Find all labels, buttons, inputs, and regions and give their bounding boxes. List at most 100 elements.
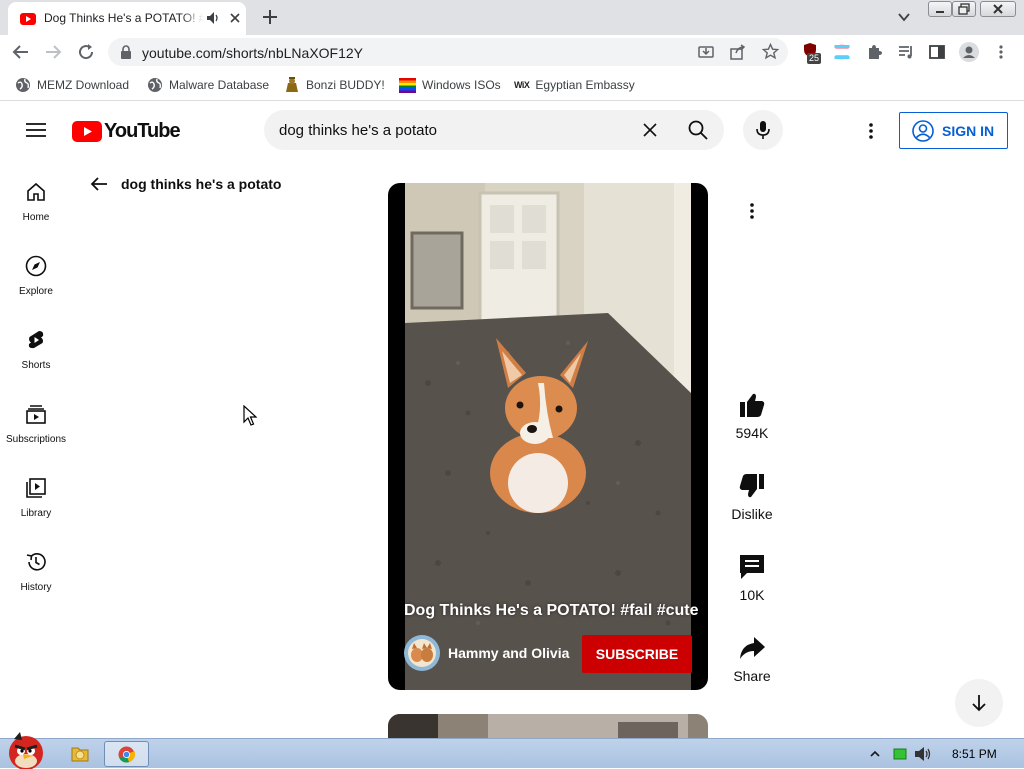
window-minimize-button[interactable]: [928, 1, 952, 17]
back-arrow-icon: [90, 177, 107, 191]
window-restore-button[interactable]: [952, 1, 976, 17]
guide-item-subscriptions[interactable]: Subscriptions: [0, 396, 72, 470]
youtube-logo[interactable]: YouTube: [72, 120, 181, 143]
hamburger-menu-icon[interactable]: [26, 122, 46, 138]
like-button[interactable]: 594K: [722, 391, 782, 441]
sign-in-button[interactable]: SIGN IN: [899, 112, 1008, 149]
guide-label: Subscriptions: [5, 434, 67, 445]
guide-item-home[interactable]: Home: [0, 174, 72, 248]
search-input[interactable]: dog thinks he's a potato: [279, 122, 437, 139]
channel-link[interactable]: Hammy and Olivia: [404, 635, 569, 671]
dislike-button[interactable]: Dislike: [722, 472, 782, 522]
share-button[interactable]: Share: [722, 634, 782, 684]
taskbar-explorer-button[interactable]: [66, 743, 94, 765]
comment-count: 10K: [739, 587, 765, 603]
reload-icon[interactable]: [77, 43, 95, 61]
arrow-down-icon: [972, 695, 986, 712]
new-tab-plus-icon[interactable]: [261, 8, 279, 26]
next-video-thumbnail: [388, 714, 708, 738]
settings-kebab-icon[interactable]: [868, 122, 874, 140]
guide-label: Library: [20, 508, 52, 519]
globe-icon: [16, 78, 30, 92]
subscribe-button[interactable]: SUBSCRIBE: [582, 635, 692, 673]
back-to-search[interactable]: dog thinks he's a potato: [89, 174, 281, 194]
install-app-icon[interactable]: [698, 44, 714, 60]
volume-speaker-icon[interactable]: [914, 746, 932, 762]
network-status-icon[interactable]: [892, 746, 908, 762]
bookmark-bonzi-buddy[interactable]: Bonzi BUDDY!: [284, 76, 385, 94]
tab-search-chevron-icon[interactable]: [897, 10, 911, 24]
next-short-preview[interactable]: [388, 714, 708, 738]
bookmark-star-icon[interactable]: [762, 43, 779, 60]
folder-icon: [71, 747, 89, 762]
side-panel-icon[interactable]: [929, 44, 945, 60]
like-count: 594K: [735, 425, 769, 441]
guide-item-explore[interactable]: Explore: [0, 248, 72, 322]
url-text[interactable]: youtube.com/shorts/nbLNaXOF12Y: [142, 45, 363, 61]
browser-tab[interactable]: Dog Thinks He's a POTATO! #fail #cute - …: [8, 2, 246, 35]
short-options-kebab-icon[interactable]: [749, 202, 755, 220]
browser-toolbar: youtube.com/shorts/nbLNaXOF12Y 25: [0, 35, 1024, 69]
bookmark-memz-download[interactable]: MEMZ Download: [15, 76, 129, 94]
guide-item-library[interactable]: Library: [0, 470, 72, 544]
library-icon: [26, 478, 46, 498]
window-close-button[interactable]: [980, 1, 1016, 17]
voice-search-button[interactable]: [743, 110, 783, 150]
bookmark-windows-isos[interactable]: Windows ISOs: [399, 76, 501, 94]
profile-avatar-icon[interactable]: [959, 42, 979, 62]
youtube-favicon-icon: [20, 13, 36, 25]
tab-title: Dog Thinks He's a POTATO! #fail #cute - …: [44, 11, 204, 25]
show-hidden-icons-chevron-icon[interactable]: [870, 750, 880, 758]
shorts-icon: [28, 331, 44, 349]
youtube-logo-icon: [72, 121, 102, 142]
clear-search-icon[interactable]: [643, 123, 657, 137]
channel-avatar: [404, 635, 440, 671]
home-icon: [27, 182, 45, 201]
dislike-label: Dislike: [731, 506, 773, 522]
comment-icon: [740, 555, 764, 579]
bookmark-label: Windows ISOs: [422, 78, 501, 92]
flag-extension-icon[interactable]: [834, 44, 850, 60]
sign-in-label: SIGN IN: [942, 122, 995, 139]
taskbar-chrome-button[interactable]: [104, 741, 149, 767]
bonzi-icon: [286, 77, 298, 92]
tab-strip: Dog Thinks He's a POTATO! #fail #cute - …: [0, 0, 1024, 35]
lock-icon[interactable]: [120, 45, 132, 59]
extensions-puzzle-icon[interactable]: [866, 44, 882, 60]
start-button-angry-bird-icon[interactable]: [0, 729, 52, 769]
address-bar[interactable]: youtube.com/shorts/nbLNaXOF12Y: [108, 38, 788, 66]
share-label: Share: [733, 668, 771, 684]
taskbar-clock[interactable]: 8:51 PM: [952, 747, 997, 761]
bookmark-label: Malware Database: [169, 78, 270, 92]
comments-button[interactable]: 10K: [722, 553, 782, 603]
guide-item-shorts[interactable]: Shorts: [0, 322, 72, 396]
account-circle-icon: [912, 119, 934, 142]
shorts-video-player[interactable]: Dog Thinks He's a POTATO! #fail #cute Ha…: [388, 183, 708, 690]
youtube-masthead: YouTube dog thinks he's a potato SIGN IN: [0, 102, 1024, 160]
channel-name: Hammy and Olivia: [448, 645, 570, 661]
extension-badge: 25: [807, 53, 822, 64]
chrome-icon: [118, 746, 135, 763]
search-icon[interactable]: [688, 120, 708, 140]
mouse-cursor-icon: [243, 405, 257, 426]
share-page-icon[interactable]: [730, 44, 746, 60]
guide-item-history[interactable]: History: [0, 544, 72, 618]
next-short-button[interactable]: [955, 679, 1003, 727]
share-arrow-icon: [740, 637, 765, 659]
rainbow-flag-icon: [399, 77, 416, 93]
forward-arrow-icon[interactable]: [44, 43, 62, 61]
extension-ublock[interactable]: 25: [802, 42, 822, 64]
speaker-icon[interactable]: [206, 11, 220, 25]
youtube-logo-text: YouTube: [104, 120, 181, 142]
bookmarks-bar: MEMZ Download Malware Database Bonzi BUD…: [0, 69, 1024, 101]
media-controls-icon[interactable]: [898, 44, 914, 60]
search-box[interactable]: dog thinks he's a potato: [264, 110, 724, 150]
back-arrow-icon[interactable]: [12, 43, 30, 61]
tab-close-icon[interactable]: [228, 11, 242, 25]
thumbs-down-icon: [739, 474, 764, 498]
bookmark-malware-database[interactable]: Malware Database: [147, 76, 269, 94]
short-title: Dog Thinks He's a POTATO! #fail #cute: [404, 602, 699, 619]
chrome-menu-kebab-icon[interactable]: [998, 44, 1004, 60]
subscriptions-icon: [26, 405, 46, 424]
bookmark-egyptian-embassy[interactable]: WiX Egyptian Embassy: [514, 76, 635, 94]
